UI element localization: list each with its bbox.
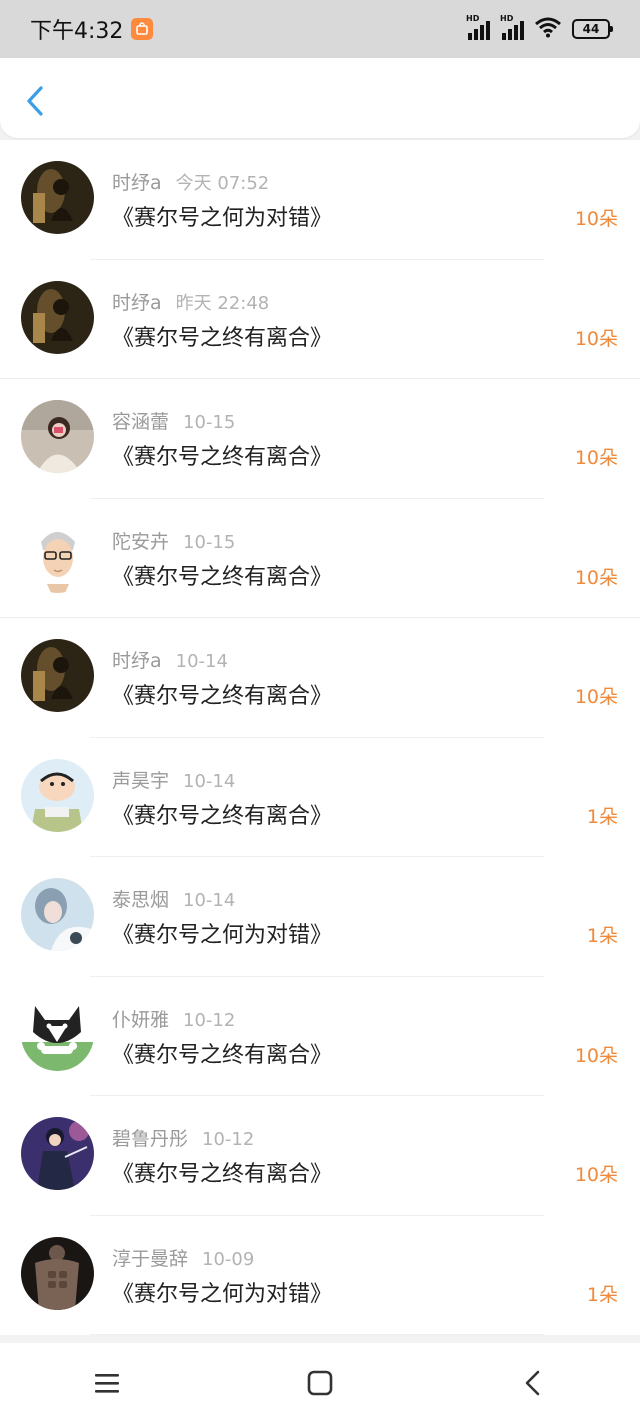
send-time: 10-12 <box>183 1009 236 1031</box>
avatar[interactable] <box>21 758 94 832</box>
book-title: 《赛尔号之何为对错》 <box>112 206 333 231</box>
send-time: 10-15 <box>183 412 236 433</box>
sender-meta: 时纾a 今天 07:52 <box>112 168 269 195</box>
flower-count: 10朵 <box>574 1044 618 1067</box>
back-triangle-icon <box>526 1370 540 1396</box>
hd-signal-icon: HD <box>500 14 524 40</box>
flower-count: 10朵 <box>574 208 618 230</box>
avatar[interactable] <box>21 1236 94 1310</box>
battery-icon: 44 <box>572 19 613 39</box>
list-item[interactable]: 仆妍雅 10-12 《赛尔号之终有离合》 10朵 <box>0 977 640 1096</box>
sender-name: 碧鲁丹彤 <box>112 1128 189 1150</box>
avatar[interactable] <box>21 400 94 473</box>
flower-count: 10朵 <box>574 566 618 589</box>
send-time: 昨天 22:48 <box>175 292 270 314</box>
battery-level: 44 <box>582 22 600 36</box>
send-time: 10-14 <box>183 770 236 792</box>
list-item[interactable]: 声昊宇 10-14 《赛尔号之终有离合》 1朵 <box>0 738 640 857</box>
wifi-icon <box>534 16 562 42</box>
sender-name: 仆妍雅 <box>112 1008 170 1031</box>
divider <box>90 1334 544 1335</box>
avatar[interactable] <box>21 280 94 354</box>
avatar[interactable] <box>21 997 94 1071</box>
sender-name: 容涵蕾 <box>112 411 170 433</box>
hd-signal-icon: HD <box>466 14 490 40</box>
status-time: 下午4:32 <box>30 19 124 44</box>
sender-meta: 淳于曼辞 10-09 <box>112 1244 254 1271</box>
sender-meta: 陀安卉 10-15 <box>112 527 235 554</box>
avatar[interactable] <box>21 161 94 234</box>
sender-meta: 时纾a 10-14 <box>112 646 228 673</box>
home-square-icon <box>307 1370 333 1396</box>
system-nav-bar <box>0 1343 640 1423</box>
book-title: 《赛尔号之终有离合》 <box>112 325 333 351</box>
status-right: HD HD 44 <box>466 14 613 42</box>
book-title: 《赛尔号之何为对错》 <box>112 1281 333 1307</box>
book-title: 《赛尔号之何为对错》 <box>112 923 333 948</box>
status-left: 下午4:32 <box>30 13 154 45</box>
book-title: 《赛尔号之终有离合》 <box>112 1042 333 1068</box>
flower-count: 1朵 <box>586 805 618 828</box>
back-button[interactable] <box>22 84 52 118</box>
sender-name: 泰思烟 <box>112 889 170 911</box>
book-title: 《赛尔号之终有离合》 <box>112 564 333 590</box>
flower-count: 10朵 <box>574 686 618 708</box>
book-title: 《赛尔号之终有离合》 <box>112 445 333 470</box>
menu-button[interactable] <box>87 1363 127 1403</box>
avatar[interactable] <box>21 639 94 712</box>
flower-count: 1朵 <box>586 925 618 947</box>
list-item[interactable]: 时纾a 昨天 22:48 《赛尔号之终有离合》 10朵 <box>0 260 640 379</box>
sender-name: 时纾a <box>112 172 162 194</box>
book-title: 《赛尔号之终有离合》 <box>112 803 333 829</box>
flower-count: 10朵 <box>574 1164 618 1186</box>
sender-name: 声昊宇 <box>112 769 170 792</box>
sender-meta: 声昊宇 10-14 <box>112 766 235 793</box>
book-title: 《赛尔号之终有离合》 <box>112 684 333 709</box>
send-time: 10-14 <box>175 651 228 672</box>
menu-icon <box>94 1374 119 1393</box>
sender-meta: 容涵蕾 10-15 <box>112 407 235 434</box>
list-item[interactable]: 时纾a 10-14 《赛尔号之终有离合》 10朵 <box>0 618 640 738</box>
sender-name: 陀安卉 <box>112 530 170 553</box>
avatar[interactable] <box>21 1117 94 1190</box>
sender-name: 时纾a <box>112 650 162 672</box>
system-back-button[interactable] <box>513 1363 553 1403</box>
avatar[interactable] <box>21 878 94 951</box>
avatar[interactable] <box>21 519 94 593</box>
sender-meta: 碧鲁丹彤 10-12 <box>112 1124 254 1151</box>
sender-name: 时纾a <box>112 291 162 314</box>
status-bar: 下午4:32 HD HD 44 <box>0 0 640 58</box>
list-item[interactable]: 时纾a 今天 07:52 《赛尔号之何为对错》 10朵 <box>0 140 640 260</box>
sender-name: 淳于曼辞 <box>112 1247 189 1270</box>
list-item[interactable]: 陀安卉 10-15 《赛尔号之终有离合》 10朵 <box>0 499 640 618</box>
app-badge-icon <box>131 18 154 40</box>
sender-meta: 仆妍雅 10-12 <box>112 1005 235 1032</box>
flower-count: 10朵 <box>574 447 618 469</box>
header <box>0 58 640 138</box>
send-time: 10-09 <box>202 1248 255 1270</box>
send-time: 10-14 <box>183 890 236 911</box>
flower-count: 1朵 <box>586 1283 618 1306</box>
sender-meta: 泰思烟 10-14 <box>112 885 235 912</box>
send-time: 10-12 <box>202 1129 255 1150</box>
list-item[interactable]: 容涵蕾 10-15 《赛尔号之终有离合》 10朵 <box>0 379 640 499</box>
gift-list: 时纾a 今天 07:52 《赛尔号之何为对错》 10朵 时纾a 昨天 22:48 《… <box>0 140 640 1335</box>
send-time: 今天 07:52 <box>175 173 270 194</box>
send-time: 10-15 <box>183 531 236 553</box>
list-item[interactable]: 淳于曼辞 10-09 《赛尔号之何为对错》 1朵 <box>0 1216 640 1335</box>
chevron-left-icon <box>27 86 43 116</box>
list-item[interactable]: 泰思烟 10-14 《赛尔号之何为对错》 1朵 <box>0 857 640 977</box>
list-item[interactable]: 碧鲁丹彤 10-12 《赛尔号之终有离合》 10朵 <box>0 1096 640 1216</box>
flower-count: 10朵 <box>574 327 618 350</box>
book-title: 《赛尔号之终有离合》 <box>112 1162 333 1187</box>
sender-meta: 时纾a 昨天 22:48 <box>112 288 269 315</box>
home-button[interactable] <box>300 1363 340 1403</box>
